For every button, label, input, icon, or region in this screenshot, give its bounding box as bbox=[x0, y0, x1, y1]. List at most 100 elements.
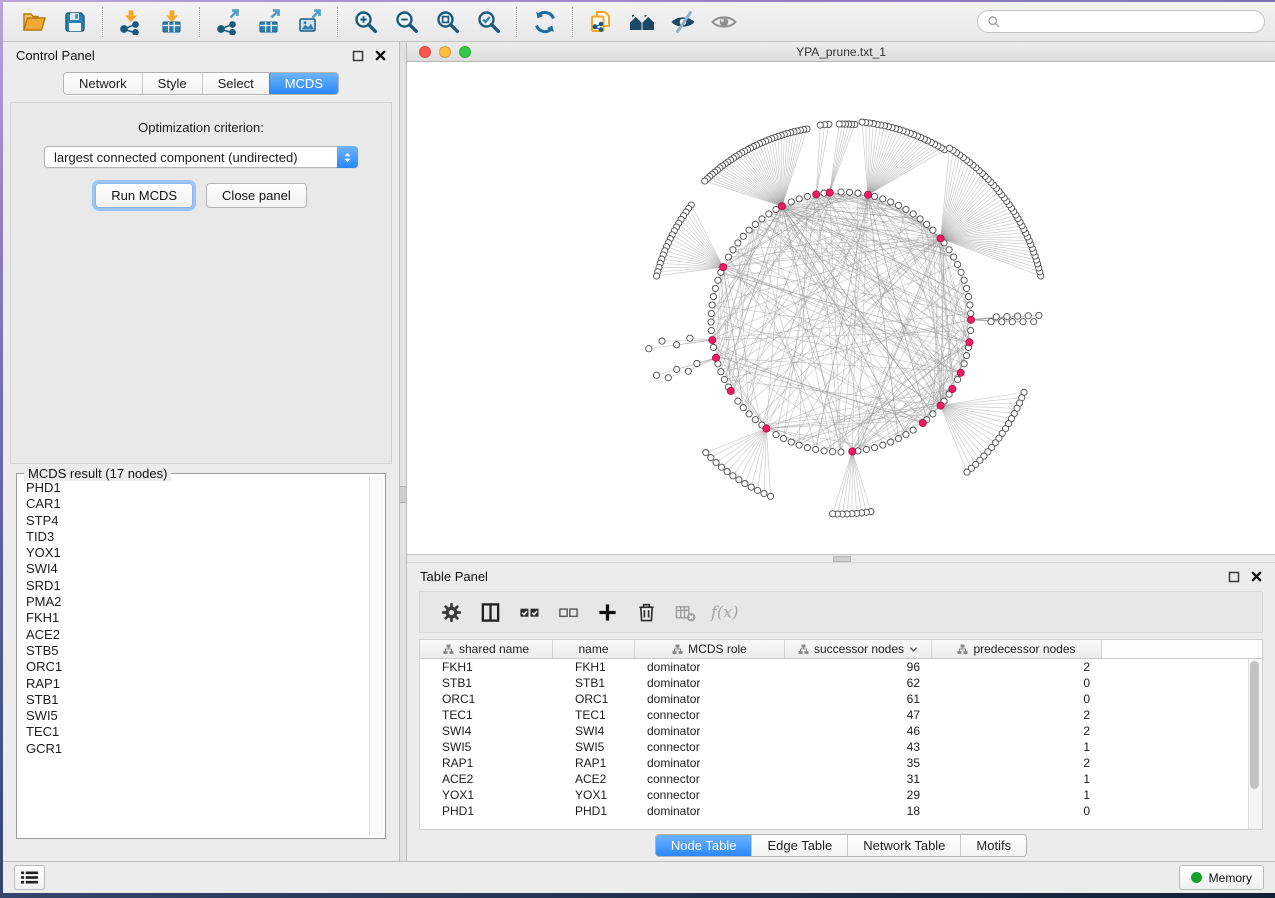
cell[interactable]: ACE2 bbox=[420, 772, 553, 786]
open-file-button[interactable] bbox=[13, 5, 54, 38]
vertical-splitter[interactable] bbox=[399, 42, 407, 861]
network-file-button[interactable] bbox=[580, 5, 621, 38]
mcds-result-item[interactable]: YOX1 bbox=[26, 545, 368, 561]
table-row-ACE2[interactable]: ACE2ACE2connector311 bbox=[420, 771, 1262, 787]
table-row-TEC1[interactable]: TEC1TEC1connector472 bbox=[420, 707, 1262, 723]
zoom-in-button[interactable] bbox=[345, 5, 386, 38]
cell[interactable]: RAP1 bbox=[420, 756, 553, 770]
tab-mcds[interactable]: MCDS bbox=[269, 73, 338, 94]
table-row-STB1[interactable]: STB1STB1dominator620 bbox=[420, 675, 1262, 691]
mcds-result-item[interactable]: STP4 bbox=[26, 513, 368, 529]
cell[interactable]: 43 bbox=[785, 740, 932, 754]
zoom-fit-button[interactable] bbox=[427, 5, 468, 38]
mcds-result-item[interactable]: TID3 bbox=[26, 529, 368, 545]
task-history-button[interactable] bbox=[14, 865, 45, 890]
cell[interactable]: connector bbox=[635, 772, 785, 786]
cell[interactable]: SWI4 bbox=[553, 724, 635, 738]
table-tab-motifs[interactable]: Motifs bbox=[960, 835, 1026, 856]
cell[interactable]: ORC1 bbox=[420, 692, 553, 706]
mcds-result-item[interactable]: STB1 bbox=[26, 692, 368, 708]
search-field[interactable] bbox=[977, 10, 1265, 33]
mcds-result-item[interactable]: RAP1 bbox=[26, 676, 368, 692]
float-table-panel-icon[interactable] bbox=[1228, 571, 1240, 583]
cell[interactable]: dominator bbox=[635, 660, 785, 674]
create-column-button[interactable] bbox=[588, 595, 627, 629]
cell[interactable]: RAP1 bbox=[553, 756, 635, 770]
mcds-result-item[interactable]: TEC1 bbox=[26, 724, 368, 740]
mcds-result-item[interactable]: GCR1 bbox=[26, 741, 368, 757]
result-scrollbar[interactable] bbox=[369, 476, 383, 836]
zoom-selected-button[interactable] bbox=[468, 5, 509, 38]
cell[interactable]: connector bbox=[635, 740, 785, 754]
column-header-successor-nodes[interactable]: successor nodes bbox=[785, 640, 932, 658]
cell[interactable]: YOX1 bbox=[420, 788, 553, 802]
cell[interactable]: 2 bbox=[932, 756, 1102, 770]
import-table-button[interactable] bbox=[151, 5, 192, 38]
mcds-result-item[interactable]: CAR1 bbox=[26, 496, 368, 512]
show-all-button[interactable] bbox=[703, 5, 744, 38]
import-network-button[interactable] bbox=[110, 5, 151, 38]
table-settings-button[interactable] bbox=[432, 595, 471, 629]
column-header-shared-name[interactable]: shared name bbox=[420, 640, 553, 658]
column-header-name[interactable]: name bbox=[553, 640, 635, 658]
minimize-window-icon[interactable] bbox=[439, 46, 451, 58]
show-columns-button[interactable] bbox=[471, 595, 510, 629]
hide-selected-button[interactable] bbox=[662, 5, 703, 38]
horizontal-splitter[interactable] bbox=[407, 554, 1275, 563]
cell[interactable]: TEC1 bbox=[420, 708, 553, 722]
cell[interactable]: ORC1 bbox=[553, 692, 635, 706]
cell[interactable]: 2 bbox=[932, 724, 1102, 738]
mcds-result-item[interactable]: SRD1 bbox=[26, 578, 368, 594]
cell[interactable]: dominator bbox=[635, 724, 785, 738]
cell[interactable]: PHD1 bbox=[420, 804, 553, 818]
tab-network[interactable]: Network bbox=[64, 73, 142, 94]
cell[interactable]: 46 bbox=[785, 724, 932, 738]
delete-columns-button[interactable] bbox=[627, 595, 666, 629]
cell[interactable]: 31 bbox=[785, 772, 932, 786]
table-row-PHD1[interactable]: PHD1PHD1dominator180 bbox=[420, 803, 1262, 819]
export-network-button[interactable] bbox=[207, 5, 248, 38]
cell[interactable]: FKH1 bbox=[420, 660, 553, 674]
zoom-out-button[interactable] bbox=[386, 5, 427, 38]
network-window-titlebar[interactable]: YPA_prune.txt_1 bbox=[407, 42, 1275, 62]
table-row-RAP1[interactable]: RAP1RAP1dominator352 bbox=[420, 755, 1262, 771]
cell[interactable]: 47 bbox=[785, 708, 932, 722]
cell[interactable]: 18 bbox=[785, 804, 932, 818]
column-header-predecessor-nodes[interactable]: predecessor nodes bbox=[932, 640, 1102, 658]
close-table-panel-icon[interactable] bbox=[1251, 571, 1262, 582]
mcds-result-item[interactable]: ACE2 bbox=[26, 627, 368, 643]
table-scrollbar-thumb[interactable] bbox=[1250, 661, 1259, 789]
cell[interactable]: TEC1 bbox=[553, 708, 635, 722]
cell[interactable]: 62 bbox=[785, 676, 932, 690]
deselect-all-columns-button[interactable] bbox=[549, 595, 588, 629]
horizontal-splitter-handle[interactable] bbox=[833, 556, 851, 562]
table-row-SWI5[interactable]: SWI5SWI5connector431 bbox=[420, 739, 1262, 755]
mcds-result-list[interactable]: PHD1CAR1STP4TID3YOX1SWI4SRD1PMA2FKH1ACE2… bbox=[20, 477, 368, 835]
search-input[interactable] bbox=[1007, 13, 1255, 30]
cell[interactable]: 2 bbox=[932, 660, 1102, 674]
cell[interactable]: SWI4 bbox=[420, 724, 553, 738]
mcds-result-item[interactable]: SWI5 bbox=[26, 708, 368, 724]
table-scrollbar[interactable] bbox=[1248, 659, 1262, 829]
cell[interactable]: 1 bbox=[932, 772, 1102, 786]
table-row-YOX1[interactable]: YOX1YOX1connector291 bbox=[420, 787, 1262, 803]
network-canvas[interactable] bbox=[407, 62, 1275, 554]
cell[interactable]: 0 bbox=[932, 692, 1102, 706]
cell[interactable]: 61 bbox=[785, 692, 932, 706]
close-panel-button[interactable]: Close panel bbox=[206, 183, 307, 208]
apply-layout-button[interactable] bbox=[524, 5, 565, 38]
vertical-splitter-handle[interactable] bbox=[400, 486, 406, 503]
table-row-ORC1[interactable]: ORC1ORC1dominator610 bbox=[420, 691, 1262, 707]
cell[interactable]: 96 bbox=[785, 660, 932, 674]
table-tab-edge-table[interactable]: Edge Table bbox=[751, 835, 847, 856]
mcds-result-item[interactable]: PMA2 bbox=[26, 594, 368, 610]
cell[interactable]: 29 bbox=[785, 788, 932, 802]
table-row-FKH1[interactable]: FKH1FKH1dominator962 bbox=[420, 659, 1262, 675]
close-window-icon[interactable] bbox=[419, 46, 431, 58]
cell[interactable]: 35 bbox=[785, 756, 932, 770]
run-mcds-button[interactable]: Run MCDS bbox=[95, 183, 193, 208]
mcds-result-item[interactable]: FKH1 bbox=[26, 610, 368, 626]
cell[interactable]: dominator bbox=[635, 756, 785, 770]
mcds-result-item[interactable]: PHD1 bbox=[26, 480, 368, 496]
memory-button[interactable]: Memory bbox=[1179, 865, 1264, 890]
